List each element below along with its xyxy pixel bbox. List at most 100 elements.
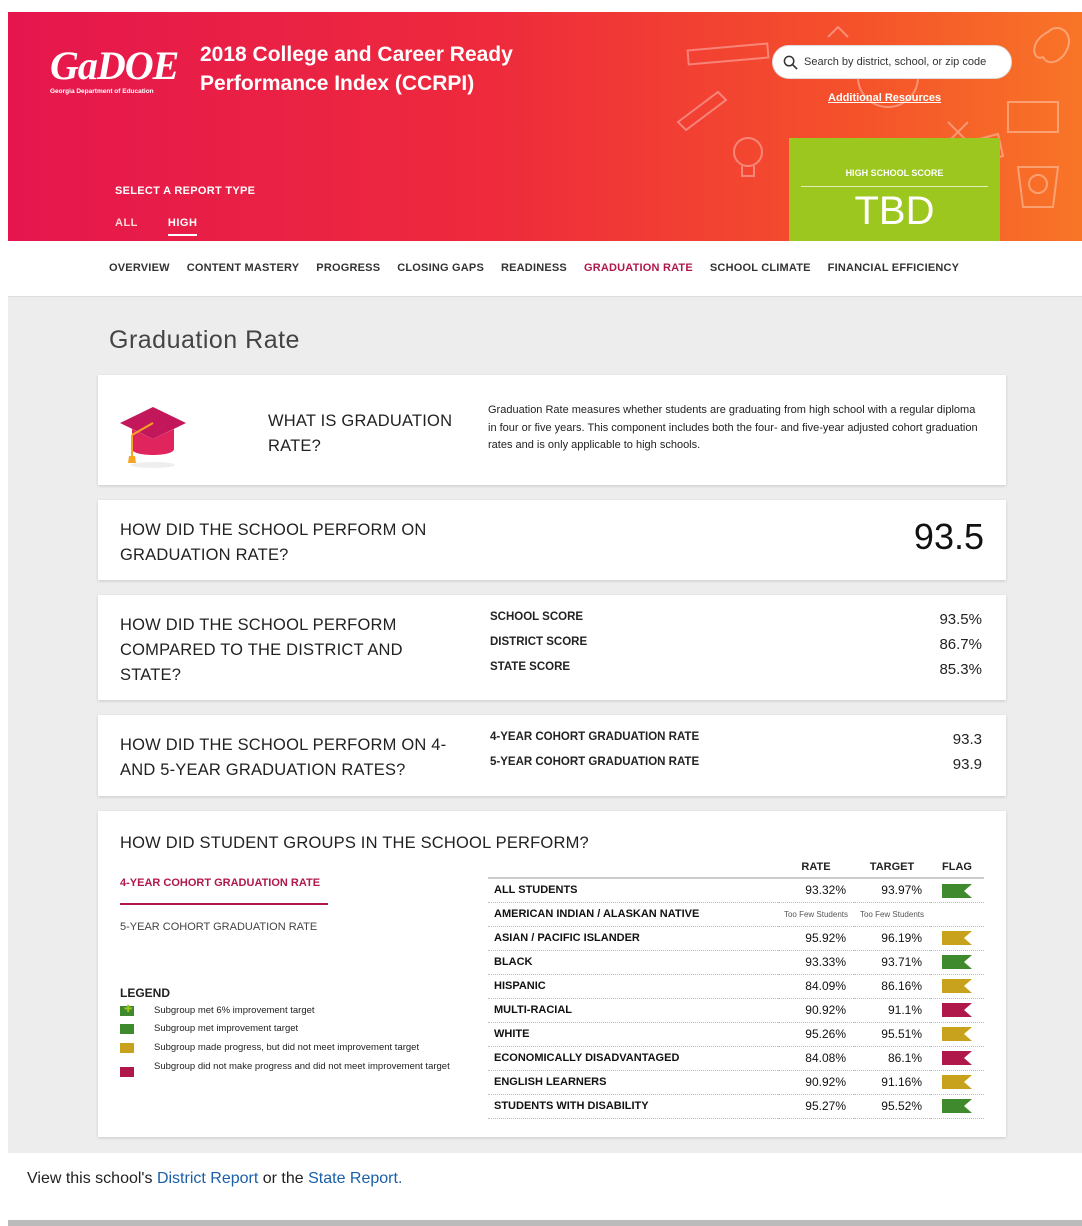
group-target: 91.1%: [854, 998, 930, 1023]
additional-resources-link[interactable]: Additional Resources: [828, 92, 941, 104]
group-flag: [930, 1022, 984, 1047]
district-report-link[interactable]: District Report: [157, 1170, 258, 1187]
app-title: 2018 College and Career Ready Performanc…: [200, 40, 560, 98]
group-rate: 95.26%: [778, 1022, 854, 1047]
four-year-row: 4-YEAR COHORT GRADUATION RATE 93.3: [490, 731, 982, 756]
group-rate: 84.08%: [778, 1046, 854, 1071]
group-rate: 93.32%: [778, 878, 854, 903]
nav-closing-gaps[interactable]: CLOSING GAPS: [397, 262, 484, 274]
four-year-label: 4-YEAR COHORT GRADUATION RATE: [490, 731, 700, 743]
five-year-label: 5-YEAR COHORT GRADUATION RATE: [490, 756, 700, 768]
legend-item-progress: Subgroup made progress, but did not meet…: [120, 1041, 450, 1055]
group-name: ECONOMICALLY DISADVANTAGED: [488, 1046, 778, 1071]
nav-readiness[interactable]: READINESS: [501, 262, 567, 274]
what-is-card: WHAT IS GRADUATION RATE? Graduation Rate…: [98, 375, 1006, 485]
cohort-scores: 4-YEAR COHORT GRADUATION RATE 93.3 5-YEA…: [490, 731, 982, 781]
group-flag: [930, 878, 984, 903]
nav-progress[interactable]: PROGRESS: [316, 262, 380, 274]
graduation-rate-score: 93.5: [913, 516, 984, 557]
group-flag: [930, 902, 984, 927]
group-rate: 84.09%: [778, 974, 854, 999]
group-name: AMERICAN INDIAN / ALASKAN NATIVE: [488, 902, 778, 927]
group-flag: [930, 998, 984, 1023]
district-score-row: DISTRICT SCORE 86.7%: [490, 636, 982, 661]
legend-text: Subgroup made progress, but did not meet…: [154, 1042, 420, 1053]
nav-school-climate[interactable]: SCHOOL CLIMATE: [710, 262, 811, 274]
group-name: ENGLISH LEARNERS: [488, 1070, 778, 1095]
group-rate: 90.92%: [778, 998, 854, 1023]
nav-content-mastery[interactable]: CONTENT MASTERY: [187, 262, 300, 274]
tab-5-year-cohort[interactable]: 5-YEAR COHORT GRADUATION RATE: [120, 921, 317, 933]
group-name: ASIAN / PACIFIC ISLANDER: [488, 926, 778, 951]
five-year-row: 5-YEAR COHORT GRADUATION RATE 93.9: [490, 756, 982, 781]
compared-scores: SCHOOL SCORE 93.5% DISTRICT SCORE 86.7% …: [490, 611, 982, 686]
table-row: ALL STUDENTS 93.32% 93.97%: [488, 878, 984, 903]
green-flag-icon: [942, 883, 972, 898]
report-type-tabs: ALL HIGH: [115, 217, 198, 236]
group-flag: [930, 1046, 984, 1071]
group-rate: Too Few Students: [778, 902, 854, 927]
logo-subtext: Georgia Department of Education: [50, 88, 154, 95]
district-score-value: 86.7%: [939, 636, 982, 653]
group-flag: [930, 974, 984, 999]
table-row: MULTI-RACIAL 90.92% 91.1%: [488, 998, 984, 1023]
group-rate: 95.92%: [778, 926, 854, 951]
nav-financial-efficiency[interactable]: FINANCIAL EFFICIENCY: [828, 262, 960, 274]
five-year-value: 93.9: [952, 756, 982, 773]
nav-graduation-rate[interactable]: GRADUATION RATE: [584, 262, 693, 274]
compared-card: HOW DID THE SCHOOL PERFORM COMPARED TO T…: [98, 595, 1006, 700]
school-score-value: 93.5%: [939, 611, 982, 628]
report-tab-high[interactable]: HIGH: [167, 217, 198, 236]
green-flag-icon: [942, 1099, 972, 1114]
footer-prefix: View this school's: [27, 1170, 157, 1187]
app-title-line2: Performance Index (CCRPI): [200, 72, 475, 95]
logo-wordmark: GaDOE: [50, 43, 179, 88]
district-score-label: DISTRICT SCORE: [490, 636, 588, 648]
table-row: WHITE 95.26% 95.51%: [488, 1022, 984, 1047]
yellow-flag-icon: [942, 931, 972, 946]
table-header-row: RATE TARGET FLAG: [488, 856, 984, 879]
group-target: 96.19%: [854, 926, 930, 951]
group-flag: [930, 1094, 984, 1119]
student-groups-question: HOW DID STUDENT GROUPS IN THE SCHOOL PER…: [120, 834, 589, 852]
search-box[interactable]: [772, 45, 1012, 79]
student-groups-card: HOW DID STUDENT GROUPS IN THE SCHOOL PER…: [98, 811, 1006, 1137]
group-target: 93.97%: [854, 878, 930, 903]
group-target: 91.16%: [854, 1070, 930, 1095]
gadoe-logo[interactable]: GaDOE Georgia Department of Education: [48, 32, 179, 102]
legend-item-no-progress: Subgroup did not make progress and did n…: [120, 1060, 450, 1077]
group-rate: 90.92%: [778, 1070, 854, 1095]
red-flag-icon: [942, 1051, 972, 1066]
search-input[interactable]: [804, 56, 1004, 68]
footer-middle: or the: [258, 1170, 309, 1187]
legend-title: LEGEND: [120, 986, 171, 1000]
table-row: ECONOMICALLY DISADVANTAGED 84.08% 86.1%: [488, 1046, 984, 1071]
graduation-cap-icon: [120, 407, 186, 468]
report-tab-all[interactable]: ALL: [115, 217, 138, 236]
group-target: Too Few Students: [854, 902, 930, 927]
yellow-flag-icon: [942, 979, 972, 994]
nav-overview[interactable]: OVERVIEW: [109, 262, 170, 274]
table-row: BLACK 93.33% 93.71%: [488, 950, 984, 975]
compared-question: HOW DID THE SCHOOL PERFORM COMPARED TO T…: [120, 616, 403, 684]
table-row: ASIAN / PACIFIC ISLANDER 95.92% 96.19%: [488, 926, 984, 951]
student-groups-body: ALL STUDENTS 93.32% 93.97% AMERICAN INDIAN …: [488, 878, 984, 1119]
state-report-link[interactable]: State Report.: [308, 1170, 402, 1187]
legend-text: Subgroup did not make progress and did n…: [154, 1061, 450, 1072]
yellow-flag-icon: [942, 1027, 972, 1042]
group-target: 95.52%: [854, 1094, 930, 1119]
group-header: [488, 856, 778, 879]
table-row: STUDENTS WITH DISABILITY 95.27% 95.52%: [488, 1094, 984, 1119]
yellow-flag-icon: [120, 1043, 134, 1053]
bottom-divider: [8, 1220, 1082, 1226]
green-star-flag-icon: ✚: [120, 1004, 134, 1016]
what-is-heading: WHAT IS GRADUATION RATE?: [268, 412, 453, 455]
perform-card: HOW DID THE SCHOOL PERFORM ON GRADUATION…: [98, 500, 1006, 580]
table-row: HISPANIC 84.09% 86.16%: [488, 974, 984, 999]
perform-question: HOW DID THE SCHOOL PERFORM ON GRADUATION…: [120, 521, 427, 564]
section-nav: OVERVIEW CONTENT MASTERY PROGRESS CLOSIN…: [8, 241, 1082, 297]
group-rate: 93.33%: [778, 950, 854, 975]
tab-4-year-cohort[interactable]: 4-YEAR COHORT GRADUATION RATE: [120, 877, 328, 905]
group-flag: [930, 950, 984, 975]
green-flag-icon: [942, 955, 972, 970]
